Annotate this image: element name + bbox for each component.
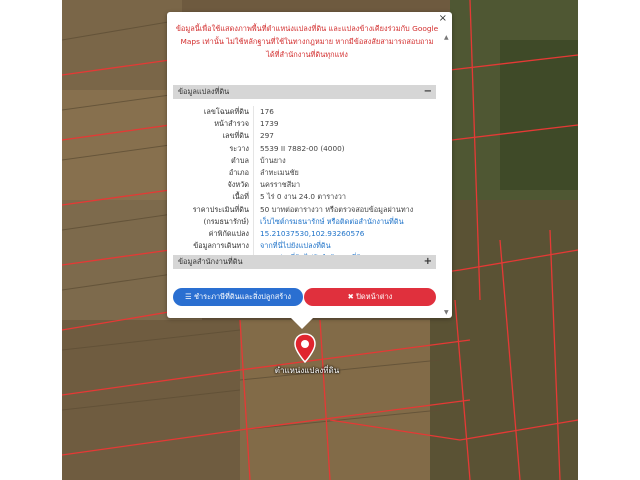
field-label: (กรมธนารักษ์) [173,215,254,228]
close-icon[interactable]: × [439,13,447,25]
section-land-info[interactable]: ข้อมูลแปลงที่ดิน − [173,85,436,99]
pay-tax-label: ชำระภาษีที่ดินและสิ่งปลูกสร้าง [193,292,292,301]
field-value: 50 บาทต่อตารางวา หรือตรวจสอบข้อมูลผ่านทา… [260,204,414,214]
section-office-title: ข้อมูลสำนักงานที่ดิน [178,257,243,266]
field-row: อำเภอ ลำทะเมนชัย [173,166,436,180]
scroll-up-icon[interactable]: ▲ [444,34,449,41]
expand-icon[interactable]: + [424,255,432,269]
field-row: เนื้อที่ 5 ไร่ 0 งาน 24.0 ตารางวา [173,191,436,204]
field-value: ลำทะเมนชัย [260,167,299,177]
left-margin [0,0,62,480]
field-row: จังหวัด นครราชสีมา [173,179,436,192]
close-window-label: ปิดหน้าต่าง [356,292,393,301]
field-label: ตำบล [173,154,254,167]
field-label: จังหวัด [173,179,254,192]
close-window-button[interactable]: ✖ ปิดหน้าต่าง [304,288,436,306]
right-margin [578,0,640,480]
map-pin-icon[interactable] [293,333,317,363]
field-label: หน้าสำรวจ [173,118,254,131]
collapse-icon[interactable]: − [424,85,432,99]
pin-label: ตำแหน่งแปลงที่ดิน [274,366,340,375]
x-icon: ✖ [347,292,357,301]
pay-tax-button[interactable]: ☰ ชำระภาษีที่ดินและสิ่งปลูกสร้าง [173,288,303,306]
field-row: (กรมธนารักษ์) เว็บไซต์กรมธนารักษ์ หรือติด… [173,215,436,228]
section-office-info[interactable]: ข้อมูลสำนักงานที่ดิน + [173,255,436,269]
land-info-table: เลขโฉนดที่ดิน 176 หน้าสำรวจ 1739 เลขที่ดิน 29… [173,106,436,265]
scroll-down-icon[interactable]: ▼ [444,309,449,316]
field-row: ค่าพิกัดแปลง 15.21037530,102.93260576 [173,227,436,241]
field-label: ค่าพิกัดแปลง [173,227,254,241]
field-label: ราคาประเมินที่ดิน [173,203,254,216]
field-value[interactable]: จากที่นี่ไปยังแปลงที่ดิน [254,240,331,252]
field-label: เลขที่ดิน [173,130,254,143]
field-value: 5539 II 7882-00 (4000) [260,143,345,153]
field-value: 5 ไร่ 0 งาน 24.0 ตารางวา [260,192,346,202]
field-label: เนื้อที่ [173,191,254,204]
popup-pointer [290,317,314,329]
section-land-title: ข้อมูลแปลงที่ดิน [178,87,230,96]
field-row: ระวาง 5539 II 7882-00 (4000) [173,142,436,155]
land-info-popup: × ข้อมูลนี้เพื่อใช้แสดงภาพพื้นที่ตำแหน่ง… [167,12,452,318]
field-label: เลขโฉนดที่ดิน [173,106,254,119]
field-row: ตำบล บ้านยาง [173,154,436,167]
list-icon: ☰ [184,292,194,301]
field-label: ระวาง [173,142,254,155]
field-label: ข้อมูลการเดินทาง [173,240,254,253]
disclaimer-notice: ข้อมูลนี้เพื่อใช้แสดงภาพพื้นที่ตำแหน่งแป… [175,24,439,59]
field-value: 176 [260,107,274,116]
field-value: นครราชสีมา [260,180,301,190]
field-value: 297 [260,131,274,141]
field-value[interactable]: เว็บไซต์กรมธนารักษ์ หรือติดต่อสำนักงานที… [254,216,404,228]
field-value: 1739 [260,119,279,129]
popup-scrollbar[interactable]: ▲ ▼ [444,34,450,316]
field-row: เลขโฉนดที่ดิน 176 [173,106,436,119]
field-label: อำเภอ [173,166,254,180]
action-buttons: ☰ ชำระภาษีที่ดินและสิ่งปลูกสร้าง ✖ ปิดหน… [173,288,436,306]
field-row: เลขที่ดิน 297 [173,130,436,143]
field-row: ราคาประเมินที่ดิน 50 บาทต่อตารางวา หรือตร… [173,203,436,216]
field-value[interactable]: 15.21037530,102.93260576 [254,228,364,240]
field-value: บ้านยาง [260,155,286,165]
field-row: หน้าสำรวจ 1739 [173,118,436,131]
field-row: ข้อมูลการเดินทาง จากที่นี่ไปยังแปลงที่ดิน [173,240,436,253]
